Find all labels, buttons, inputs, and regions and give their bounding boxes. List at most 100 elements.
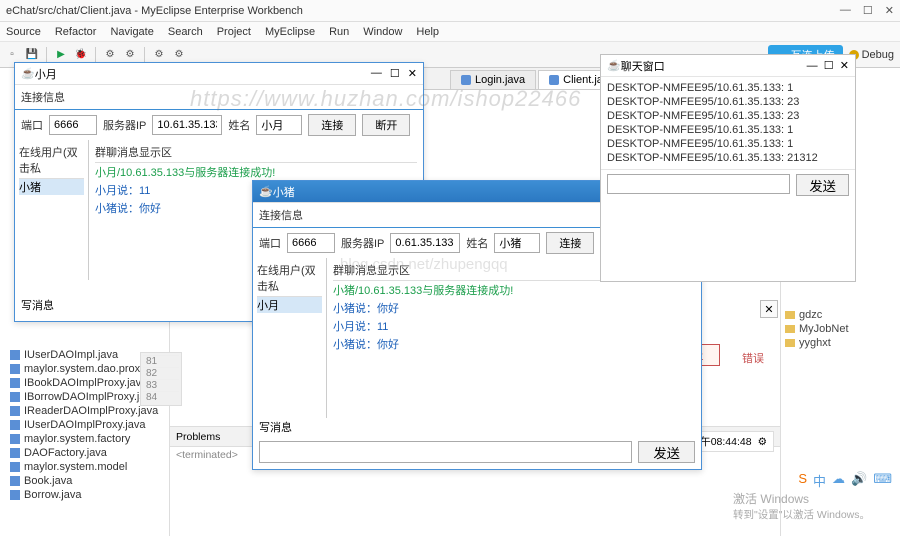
- disconnect-button[interactable]: 断开: [362, 114, 410, 136]
- port-input[interactable]: [287, 233, 335, 253]
- name-input[interactable]: [256, 115, 302, 135]
- gear-icon[interactable]: ⚙: [758, 436, 767, 448]
- menu-search[interactable]: Search: [168, 26, 203, 38]
- ide-window-controls: — ☐ ✕: [840, 4, 894, 17]
- menu-run[interactable]: Run: [329, 26, 349, 38]
- tab-login[interactable]: Login.java: [450, 70, 536, 89]
- system-tray: S 中 ☁ 🔊 ⌨: [798, 471, 892, 490]
- online-users-header: 在线用户(双击私: [19, 142, 84, 179]
- run-icon[interactable]: ▶: [53, 47, 69, 63]
- maximize-icon[interactable]: ☐: [863, 4, 873, 17]
- tray-icon[interactable]: 🔊: [851, 471, 867, 490]
- online-users-header: 在线用户(双击私: [257, 260, 322, 297]
- minimize-icon[interactable]: —: [840, 4, 851, 17]
- java-file-icon: [549, 75, 559, 85]
- java-file-icon: [10, 350, 20, 360]
- name-input[interactable]: [494, 233, 540, 253]
- online-user[interactable]: 小猪: [19, 179, 84, 195]
- online-user[interactable]: 小月: [257, 297, 322, 313]
- line-numbers-fragment: 81828384: [140, 352, 182, 406]
- minimize-icon[interactable]: —: [807, 60, 818, 72]
- menu-refactor[interactable]: Refactor: [55, 26, 97, 38]
- maximize-icon[interactable]: ☐: [824, 59, 834, 72]
- ide-title: eChat/src/chat/Client.java - MyEclipse E…: [6, 5, 840, 17]
- send-button[interactable]: 发送: [796, 174, 849, 196]
- window-b-title: 小猪: [273, 184, 649, 200]
- port-label: 端口: [21, 117, 43, 133]
- name-label: 姓名: [228, 117, 250, 133]
- generic-tool-icon[interactable]: ⚙: [151, 47, 167, 63]
- chat-log: DESKTOP-NMFEE95/10.61.35.133: 1 DESKTOP-…: [601, 77, 855, 169]
- package-icon: [10, 462, 20, 472]
- package-item[interactable]: maylor.system.model: [6, 460, 165, 474]
- connect-button[interactable]: 连接: [308, 114, 356, 136]
- menubar: Source Refactor Navigate Search Project …: [0, 22, 900, 42]
- java-file-icon: [10, 392, 20, 402]
- java-file-icon: [10, 448, 20, 458]
- chat-message: 小猪说：你好: [333, 335, 695, 353]
- package-item[interactable]: maylor.system.factory: [6, 432, 165, 446]
- file-item[interactable]: Borrow.java: [6, 488, 165, 502]
- menu-source[interactable]: Source: [6, 26, 41, 38]
- log-line: DESKTOP-NMFEE95/10.61.35.133: 21312: [607, 151, 849, 165]
- maximize-icon[interactable]: ☐: [390, 67, 400, 80]
- file-item[interactable]: IReaderDAOImplProxy.java: [6, 404, 165, 418]
- generic-tool-icon[interactable]: ⚙: [122, 47, 138, 63]
- package-icon: [10, 434, 20, 444]
- connect-form-row: 端口 服务器IP 姓名 连接 断开: [15, 110, 423, 140]
- close-icon[interactable]: ✕: [408, 67, 417, 80]
- connect-button[interactable]: 连接: [546, 232, 594, 254]
- debug-icon[interactable]: 🐞: [73, 47, 89, 63]
- compose-label: 写消息: [259, 419, 292, 435]
- close-icon[interactable]: ✕: [760, 300, 778, 318]
- ide-titlebar: eChat/src/chat/Client.java - MyEclipse E…: [0, 0, 900, 22]
- package-icon: [10, 364, 20, 374]
- message-input[interactable]: [259, 441, 632, 463]
- generic-tool-icon[interactable]: ⚙: [102, 47, 118, 63]
- message-input[interactable]: [607, 174, 790, 194]
- java-file-icon: [10, 406, 20, 416]
- project-item[interactable]: MyJobNet: [785, 322, 849, 336]
- tray-icon[interactable]: ☁: [832, 471, 845, 490]
- log-line: DESKTOP-NMFEE95/10.61.35.133: 1: [607, 81, 849, 95]
- log-line: DESKTOP-NMFEE95/10.61.35.133: 1: [607, 123, 849, 137]
- window-c-titlebar[interactable]: ☕ 聊天窗口 — ☐ ✕: [601, 55, 855, 77]
- folder-icon: [785, 311, 795, 319]
- ime-icon[interactable]: S: [798, 471, 807, 490]
- generic-tool-icon[interactable]: ⚙: [171, 47, 187, 63]
- project-item[interactable]: gdzc: [785, 308, 849, 322]
- server-label: 服务器IP: [341, 235, 384, 251]
- minimize-icon[interactable]: —: [371, 67, 382, 80]
- window-a-titlebar[interactable]: ☕ 小月 —☐✕: [15, 63, 423, 85]
- port-label: 端口: [259, 235, 281, 251]
- save-icon[interactable]: 💾: [24, 47, 40, 63]
- problems-tab[interactable]: Problems: [176, 431, 220, 443]
- log-line: DESKTOP-NMFEE95/10.61.35.133: 1: [607, 137, 849, 151]
- menu-help[interactable]: Help: [416, 26, 439, 38]
- close-icon[interactable]: ✕: [840, 59, 849, 72]
- close-icon[interactable]: ✕: [885, 4, 894, 17]
- menu-window[interactable]: Window: [363, 26, 402, 38]
- file-item[interactable]: DAOFactory.java: [6, 446, 165, 460]
- port-input[interactable]: [49, 115, 97, 135]
- menu-navigate[interactable]: Navigate: [110, 26, 153, 38]
- chat-message: 小月/10.61.35.133与服务器连接成功!: [95, 163, 417, 181]
- activate-windows: 激活 Windows 转到"设置"以激活 Windows。: [733, 490, 870, 522]
- file-item[interactable]: IUserDAOImplProxy.java: [6, 418, 165, 432]
- file-item[interactable]: Book.java: [6, 474, 165, 488]
- project-item[interactable]: yyghxt: [785, 336, 849, 350]
- menu-project[interactable]: Project: [217, 26, 251, 38]
- server-input[interactable]: [152, 115, 222, 135]
- send-button[interactable]: 发送: [638, 441, 695, 463]
- app-icon: ☕: [607, 59, 621, 72]
- name-label: 姓名: [466, 235, 488, 251]
- log-line: DESKTOP-NMFEE95/10.61.35.133: 23: [607, 95, 849, 109]
- tray-icon[interactable]: ⌨: [873, 471, 892, 490]
- server-label: 服务器IP: [103, 117, 146, 133]
- new-icon[interactable]: ▫: [4, 47, 20, 63]
- menu-myeclipse[interactable]: MyEclipse: [265, 26, 315, 38]
- message-area-header: 群聊消息显示区: [95, 142, 417, 163]
- app-icon: ☕: [259, 185, 273, 198]
- tray-icon[interactable]: 中: [813, 471, 826, 490]
- server-input[interactable]: [390, 233, 460, 253]
